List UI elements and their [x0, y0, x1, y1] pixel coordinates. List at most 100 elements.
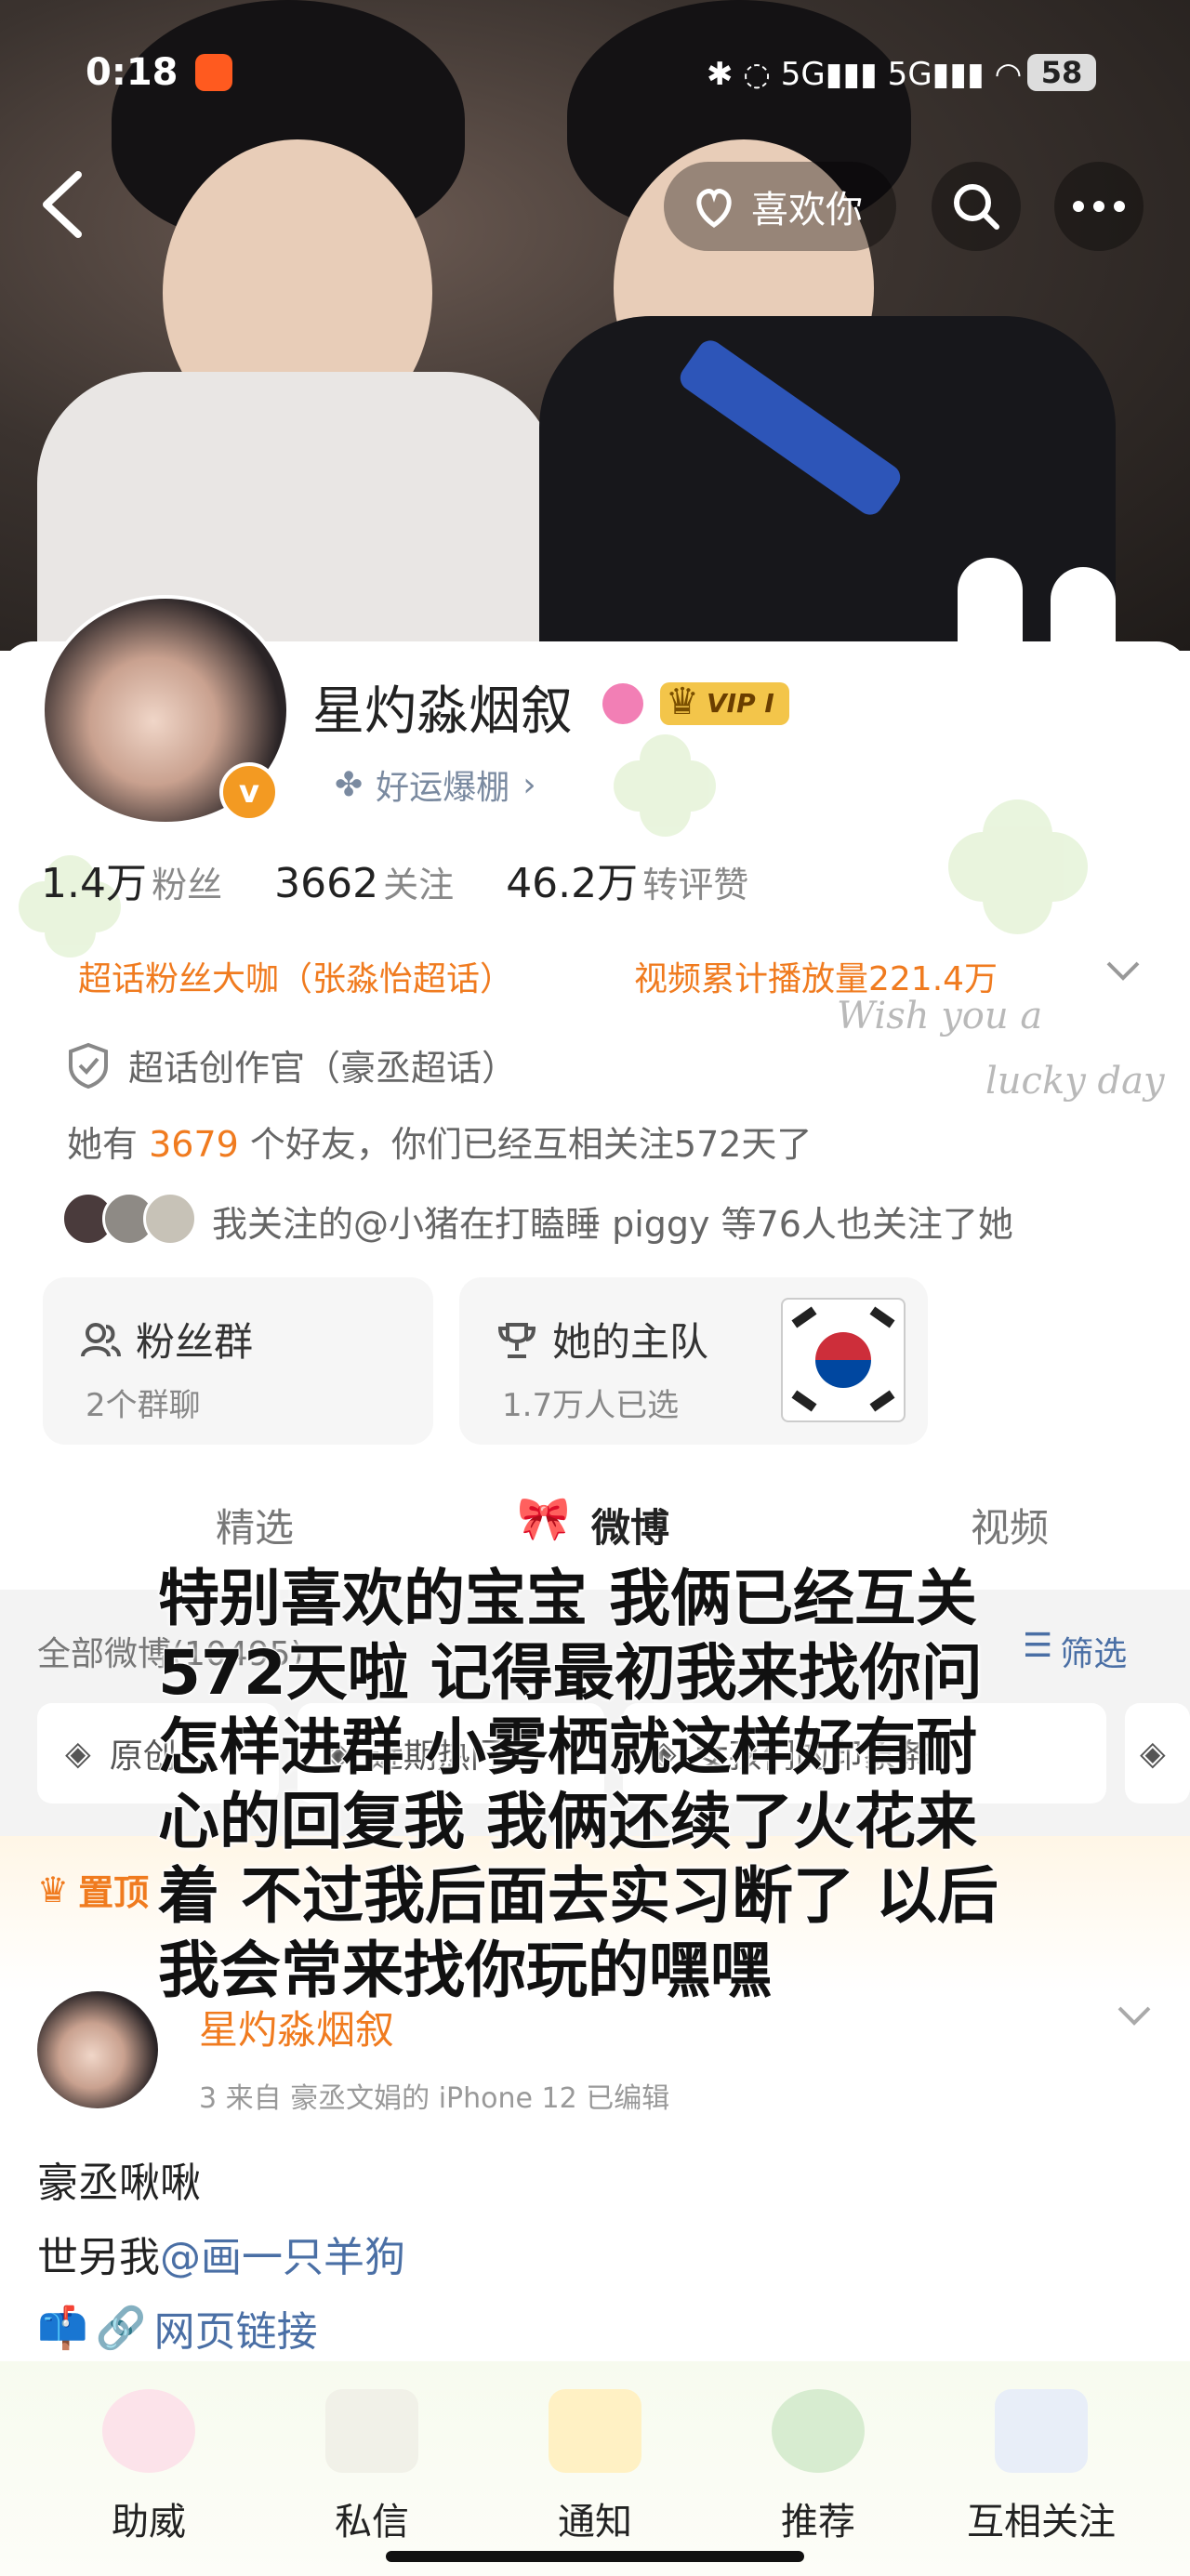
mutual-follow-text[interactable]: 我关注的@小猪在打瞌睡 piggy 等76人也关注了她 [212, 1196, 1013, 1247]
post-meta: 3 来自 豪丞文娟的 iPhone 12 已编辑 [199, 2082, 670, 2115]
tagline-link[interactable]: ✤ 好运爆棚 › [335, 760, 536, 809]
caption-line: 心的回复我 我俩还续了火花来 [157, 1785, 978, 1858]
creator-title-text: 超话创作官（豪丞超话） [128, 1048, 518, 1089]
pinned-label: ♛ 置顶 [37, 1864, 149, 1915]
web-link[interactable]: 📫 🔗 网页链接 [37, 2298, 318, 2358]
main-team-card[interactable]: 她的主队 1.7万人已选 [459, 1277, 928, 1445]
gender-female-icon [602, 683, 643, 724]
profile-cover-photo [0, 0, 1190, 651]
cheer-icon [102, 2389, 195, 2473]
like-you-label: 喜欢你 [751, 189, 863, 231]
mutual-avatars[interactable] [61, 1192, 197, 1246]
caption-line: 572天啦 记得最初我来找你问 [157, 1636, 984, 1710]
overlay-caption: 特别喜欢的宝宝 我俩已经互关 572天啦 记得最初我来找你问 怎样进群 小雾栖就… [157, 1562, 1134, 2008]
search-button[interactable] [932, 162, 1021, 251]
bunny-ear-decor [1051, 567, 1116, 651]
stats-row: 1.4万 粉丝 3662 关注 46.2万 转评赞 [41, 850, 748, 909]
post-line2-text: 世另我 [37, 2234, 160, 2281]
caption-line: 着 不过我后面去实习断了 以后 [157, 1859, 999, 1933]
stat-followers[interactable]: 1.4万 粉丝 [41, 850, 222, 909]
bottom-cheer-button[interactable]: 助威 [56, 2491, 242, 2545]
chip-more[interactable]: ◈ [1125, 1703, 1190, 1803]
expand-info-button[interactable] [1103, 952, 1144, 993]
chevron-down-icon [1106, 961, 1140, 981]
main-team-title: 她的主队 [552, 1319, 709, 1365]
stat-likes[interactable]: 46.2万 转评赞 [506, 850, 748, 909]
clover-icon: ✤ [335, 765, 364, 804]
verified-badge-icon: v [219, 762, 279, 822]
shield-icon [69, 1042, 108, 1089]
stat-value: 3662 [274, 860, 379, 907]
post-line2: 世另我@画一只羊狗 [37, 2224, 405, 2283]
bottom-action-bar: 助威 私信 通知 推荐 互相关注 [0, 2361, 1190, 2576]
caption-line: 我会常来找你玩的嘿嘿 [157, 1934, 773, 2007]
bunny-ear-decor [958, 558, 1023, 651]
group-icon [81, 1322, 121, 1357]
signal-icons: ✱ ◌ 5G▮▮▮ 5G▮▮▮ ◠ [707, 56, 1023, 93]
stat-value: 1.4万 [41, 860, 147, 907]
recommend-icon [772, 2389, 865, 2473]
mailbox-icon: 📫 [37, 2305, 88, 2352]
mini-avatar [143, 1192, 197, 1246]
korea-flag-icon [781, 1298, 906, 1422]
post-author-avatar[interactable] [37, 1991, 158, 2108]
decor-script-2: lucky day [985, 1060, 1165, 1103]
more-button[interactable] [1054, 162, 1144, 251]
tab-weibo[interactable]: 微博 [591, 1497, 669, 1553]
fan-group-sub: 2个群聊 [86, 1387, 201, 1424]
bottom-mutual-button[interactable]: 互相关注 [948, 2491, 1134, 2545]
video-plays-badge[interactable]: 视频累计播放量221.4万 [634, 952, 998, 1000]
stat-label: 转评赞 [642, 865, 749, 905]
notify-icon [549, 2389, 641, 2473]
decor-script-1: Wish you a [837, 995, 1043, 1037]
main-team-sub: 1.7万人已选 [502, 1387, 680, 1424]
bow-icon: 🎀 [517, 1493, 571, 1543]
post-line1: 豪丞啾啾 [37, 2160, 201, 2207]
back-button[interactable] [33, 167, 89, 242]
more-dots-icon [1073, 201, 1125, 212]
mutual-follow-icon [995, 2389, 1088, 2473]
clover-decor [614, 734, 716, 837]
stat-following[interactable]: 3662 关注 [274, 856, 454, 907]
bottom-recommend-button[interactable]: 推荐 [725, 2491, 911, 2545]
status-time: 0:18 [86, 51, 178, 94]
bottom-notify-button[interactable]: 通知 [502, 2491, 688, 2545]
tab-video[interactable]: 视频 [971, 1497, 1049, 1553]
friends-count: 3679 [149, 1124, 239, 1165]
post-mention[interactable]: @画一只羊狗 [160, 2234, 405, 2281]
like-you-button[interactable]: 喜欢你 [664, 162, 896, 251]
creator-title-row[interactable]: 超话创作官（豪丞超话） [67, 1039, 517, 1090]
bottom-message-button[interactable]: 私信 [279, 2491, 465, 2545]
chevron-left-icon [43, 171, 82, 238]
crown-icon: ♛ [666, 680, 699, 723]
caption-line: 特别喜欢的宝宝 我俩已经互关 [157, 1562, 978, 1635]
heart-hand-icon [696, 189, 732, 229]
fan-group-title: 粉丝群 [136, 1319, 254, 1365]
friends-line: 她有 3679 个好友，你们已经互相关注572天了 [67, 1116, 812, 1167]
tab-featured[interactable]: 精选 [216, 1497, 294, 1553]
layers-icon: ◈ [1140, 1734, 1166, 1773]
clover-decor [948, 799, 1088, 939]
fan-group-card[interactable]: 粉丝群 2个群聊 [43, 1277, 433, 1445]
profile-name: 星灼淼烟叙 [312, 681, 573, 742]
stat-value: 46.2万 [506, 860, 639, 907]
stat-label: 关注 [383, 865, 455, 905]
super-topic-fan-badge[interactable]: 超话粉丝大咖（张淼怡超话） [78, 952, 513, 1000]
chevron-right-icon: › [522, 765, 536, 804]
crown-icon: ♛ [37, 1869, 70, 1910]
pinned-text: 置顶 [78, 1872, 150, 1913]
search-icon [954, 184, 999, 230]
home-indicator[interactable] [386, 2551, 804, 2562]
stat-label: 粉丝 [152, 865, 223, 905]
caption-line: 怎样进群 小雾栖就这样好有耐 [157, 1711, 978, 1784]
layers-icon: ◈ [65, 1734, 91, 1773]
trophy-icon [497, 1322, 536, 1358]
link-icon: 🔗 [95, 2305, 147, 2352]
message-icon [325, 2389, 418, 2473]
friends-text-pre: 她有 [67, 1124, 150, 1165]
friends-text-post: 个好友，你们已经互相关注572天了 [238, 1124, 813, 1165]
tagline-text: 好运爆棚 [376, 769, 510, 807]
app-notification-icon [195, 54, 232, 91]
battery-icon: 58 [1027, 54, 1096, 91]
web-link-label: 网页链接 [153, 2308, 318, 2356]
